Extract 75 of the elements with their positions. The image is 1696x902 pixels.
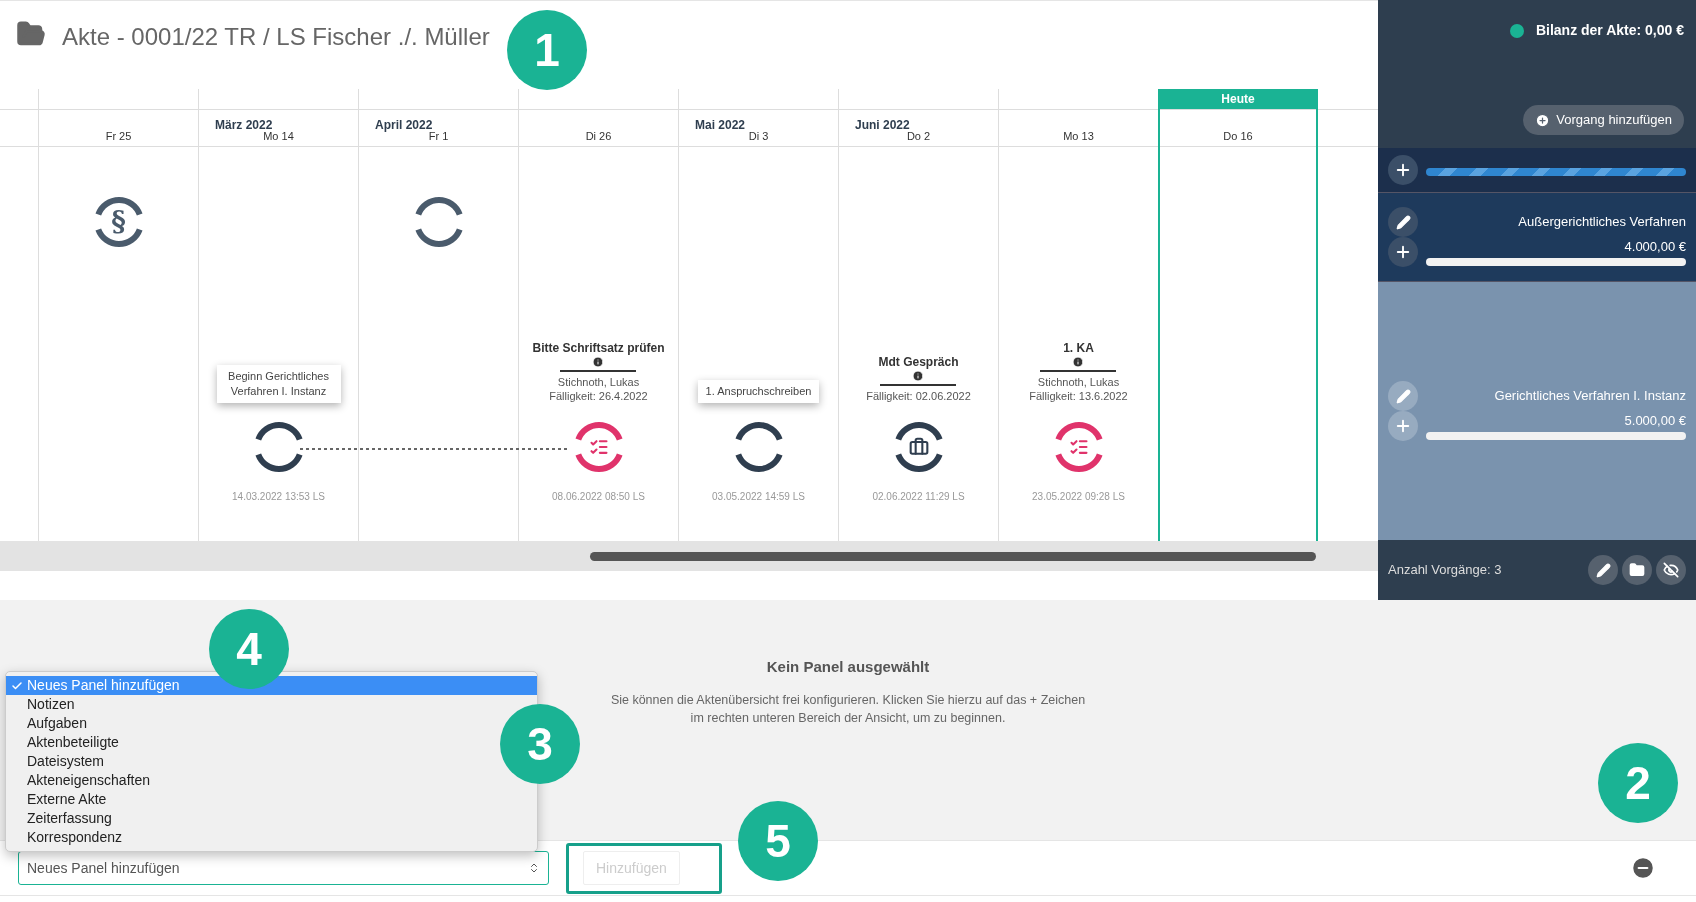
dropdown-option[interactable]: Aktenbeteiligte <box>6 733 123 752</box>
dropdown-option[interactable]: Externe Akte <box>6 790 111 809</box>
folder-button[interactable] <box>1622 555 1652 585</box>
plus-icon <box>1394 161 1412 179</box>
event-timestamp: 02.06.2022 11:29 LS <box>872 490 965 504</box>
plus-icon <box>1394 243 1412 261</box>
empty-state-title: Kein Panel ausgewählt <box>766 657 930 677</box>
event-timestamp: 03.05.2022 14:59 LS <box>712 490 805 504</box>
day-label: Mo 14 <box>262 129 295 144</box>
dropdown-option[interactable]: Zeiterfassung <box>6 809 116 828</box>
checklist-icon <box>591 441 606 453</box>
eye-off-icon <box>1663 562 1679 578</box>
day-label: Mo 13 <box>1062 129 1095 144</box>
month-label: März 2022 <box>215 118 273 132</box>
event-tooltip: 1. Anspruchschreiben <box>697 380 820 403</box>
event-timestamp: 23.05.2022 09:28 LS <box>1032 490 1125 504</box>
process-name: Außergerichtliches Verfahren <box>1517 213 1686 232</box>
task-detail: Stichnoth, Lukas <box>557 375 640 389</box>
briefcase-icon <box>910 438 927 454</box>
process-amount: 5.000,00 € <box>1624 412 1686 429</box>
day-label: Fr 25 <box>104 129 133 144</box>
info-icon[interactable] <box>592 356 605 368</box>
dropdown-option[interactable]: Korrespondenz <box>6 828 126 847</box>
day-label: Do 2 <box>905 129 932 144</box>
empty-state-text: Sie können die Aktenübersicht frei konfigurieren. Klicken Sie hierzu auf das + Zeichen im rechten unteren Bereich der Ansicht, um zu beginnen. <box>609 691 1087 727</box>
info-icon[interactable] <box>912 370 925 382</box>
edit-button[interactable] <box>1588 555 1618 585</box>
day-label: Fr 1 <box>427 129 450 144</box>
day-label: Do 16 <box>1222 129 1254 144</box>
scrollbar[interactable] <box>590 551 1316 561</box>
task-detail: Stichnoth, Lukas <box>1037 375 1120 389</box>
edit-button[interactable] <box>1388 207 1418 237</box>
step-number: 1 <box>507 10 587 90</box>
process-count: Anzahl Vorgänge: 3 <box>1388 561 1502 580</box>
task-title: Bitte Schriftsatz prüfen <box>532 341 665 356</box>
task-title: 1. KA <box>1063 341 1094 356</box>
page-title: Akte - 0001/22 TR / LS Fischer ./. Müller <box>62 22 490 52</box>
process-row[interactable]: Außergerichtliches Verfahren 4.000,00 € <box>1378 192 1696 281</box>
dropdown-option[interactable]: Akteneigenschaften <box>6 771 154 790</box>
add-process-button[interactable]: Vorgang hinzufügen <box>1523 105 1684 135</box>
event-tooltip: Beginn Gerichtliches Verfahren I. Instanz <box>216 365 341 403</box>
event-timestamp: 08.06.2022 08:50 LS <box>552 490 645 504</box>
pencil-icon <box>1395 388 1411 404</box>
process-name: Gerichtliches Verfahren I. Instanz <box>1493 387 1686 406</box>
paragraph-symbol: § <box>111 207 126 237</box>
process-amount: 4.000,00 € <box>1624 238 1686 255</box>
dropdown-option[interactable]: Notizen <box>6 695 79 714</box>
plus-icon <box>1394 417 1412 435</box>
check-icon <box>10 679 23 692</box>
day-label: Di 26 <box>584 129 613 144</box>
add-button[interactable] <box>1388 237 1418 267</box>
info-icon[interactable] <box>1072 356 1085 368</box>
hide-button[interactable] <box>1656 555 1686 585</box>
pencil-icon <box>1395 214 1411 230</box>
task-detail: Fälligkeit: 02.06.2022 <box>866 389 971 403</box>
task-detail: Fälligkeit: 13.6.2022 <box>1029 389 1128 403</box>
dropdown-option[interactable]: Aufgaben <box>6 714 91 733</box>
checklist-icon <box>1071 441 1086 453</box>
month-label: Mai 2022 <box>695 118 746 132</box>
day-label: Di 3 <box>747 129 770 144</box>
task-title: Mdt Gespräch <box>878 355 959 370</box>
dropdown-option[interactable]: Dateisystem <box>6 752 109 771</box>
folder-icon <box>1629 562 1645 578</box>
task-detail: Fälligkeit: 26.4.2022 <box>549 389 648 403</box>
month-label: April 2022 <box>375 118 433 132</box>
event-timestamp: 14.03.2022 13:53 LS <box>232 490 325 504</box>
today-label: Heute <box>1160 89 1316 109</box>
pencil-icon <box>1595 562 1611 578</box>
balance-label: Bilanz der Akte: 0,00 € <box>1535 21 1684 40</box>
process-row[interactable] <box>1378 148 1696 192</box>
plus-circle-icon <box>1535 112 1551 128</box>
remove-icon[interactable] <box>1630 855 1656 881</box>
add-button[interactable] <box>1388 155 1418 185</box>
updown-arrows-icon <box>528 862 540 874</box>
month-label: Juni 2022 <box>855 118 910 132</box>
